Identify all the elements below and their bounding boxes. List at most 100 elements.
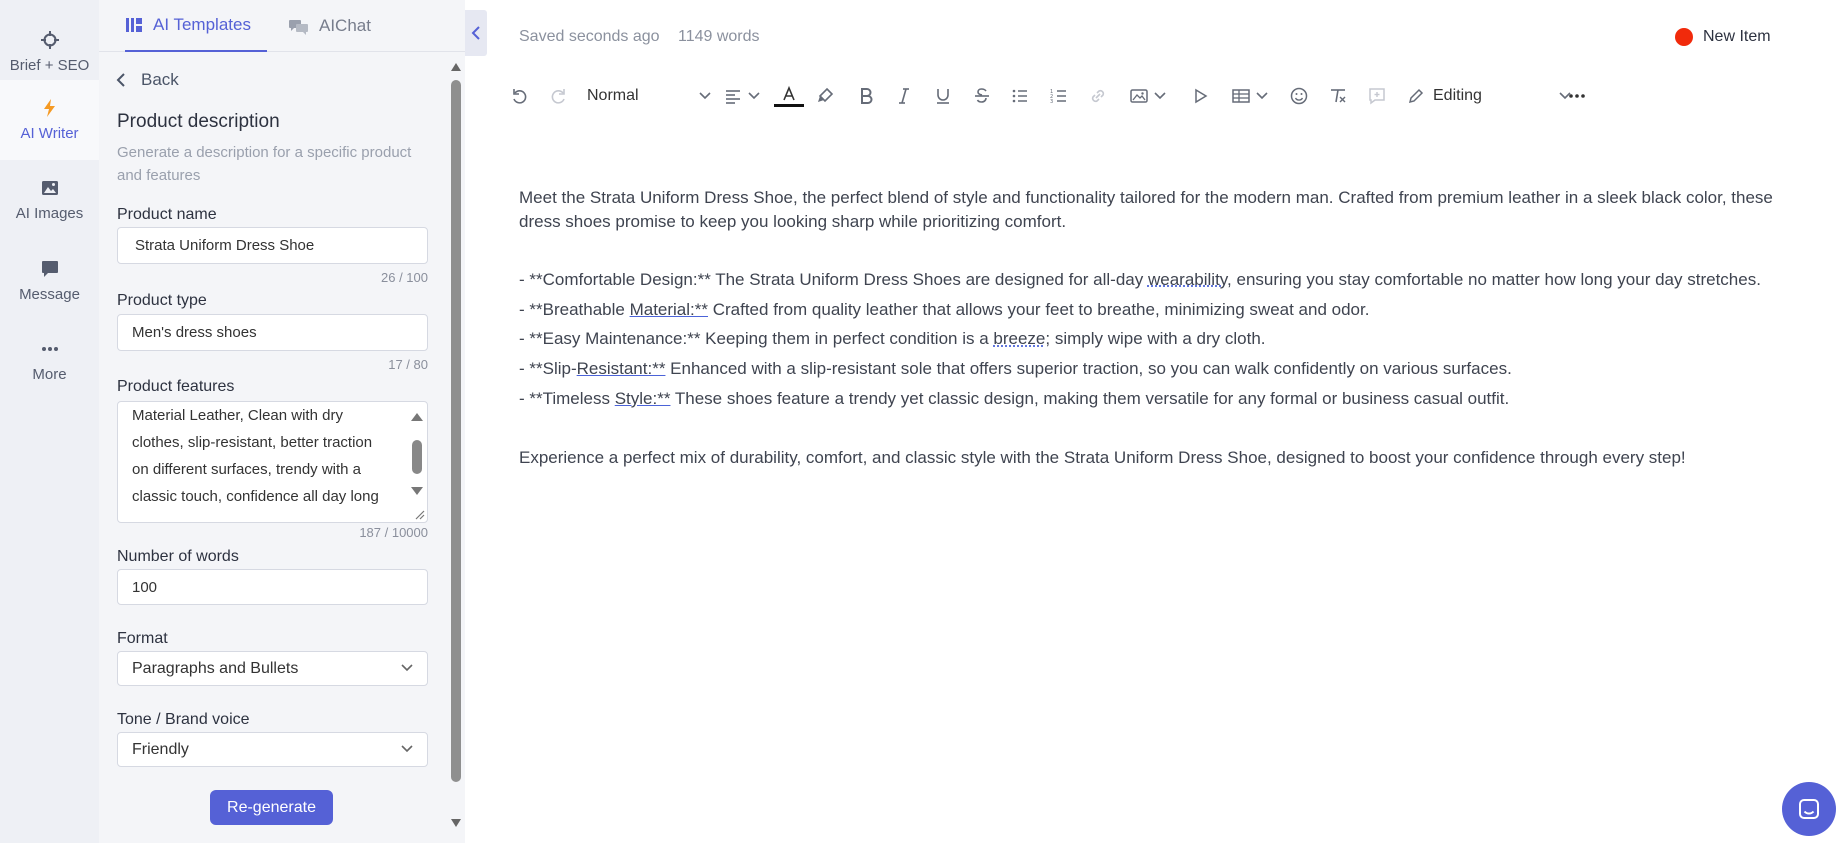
bold-button[interactable]	[856, 80, 876, 112]
product-name-label: Product name	[117, 206, 217, 223]
rail-label: Brief + SEO	[9, 56, 90, 74]
rail-label: AI Images	[15, 204, 84, 222]
clear-format-icon	[1331, 89, 1346, 103]
product-name-input[interactable]: Strata Uniform Dress Shoe	[117, 227, 428, 264]
product-type-counter: 17 / 80	[388, 357, 428, 372]
product-features-value: Material Leather, Clean with dry clothes…	[132, 407, 379, 505]
chat-icon	[1799, 799, 1819, 819]
spellcheck-mark[interactable]: Style:**	[615, 389, 671, 408]
table-dropdown[interactable]	[1228, 80, 1272, 112]
bullet-text: These shoes feature a trendy yet classic…	[670, 388, 1510, 408]
saved-status: Saved seconds ago	[519, 28, 660, 45]
spellcheck-mark[interactable]: Resistant:**	[577, 359, 666, 378]
chevron-down-icon	[1154, 92, 1166, 100]
number-of-words-input[interactable]: 100	[117, 569, 428, 605]
editing-mode-select[interactable]: Editing	[1407, 80, 1571, 112]
resize-handle-icon[interactable]	[413, 508, 425, 520]
rail-item-message[interactable]: Message	[0, 241, 99, 321]
play-button[interactable]	[1190, 80, 1210, 112]
rail-item-ai-images[interactable]: AI Images	[0, 160, 99, 240]
bullet-text: - **Slip-	[519, 359, 577, 379]
scroll-down-icon	[411, 487, 423, 495]
block-type-select[interactable]: Normal	[587, 80, 711, 112]
regenerate-button[interactable]: Re-generate	[210, 790, 333, 825]
bullet-line: - **Easy Maintenance:** Keeping them in …	[519, 327, 1799, 357]
word-count: 1149 words	[678, 28, 760, 45]
align-dropdown[interactable]	[720, 80, 764, 112]
numbered-list-button[interactable]: 123	[1049, 80, 1069, 112]
back-link[interactable]: Back	[115, 70, 179, 90]
template-subtitle: Generate a description for a specific pr…	[117, 144, 412, 184]
product-features-textarea[interactable]: Material Leather, Clean with dry clothes…	[117, 401, 428, 523]
more-options-button[interactable]	[1567, 80, 1587, 112]
textarea-scrollbar[interactable]	[410, 408, 424, 496]
clear-formatting-button[interactable]	[1328, 80, 1348, 112]
scroll-up-icon	[451, 63, 461, 71]
number-of-words-label: Number of words	[117, 548, 239, 565]
chevron-left-icon	[471, 26, 480, 40]
spellcheck-mark[interactable]: breeze;	[993, 329, 1050, 348]
tone-label: Tone / Brand voice	[117, 711, 250, 728]
format-select[interactable]: Paragraphs and Bullets	[117, 651, 428, 686]
outro-paragraph: Experience a perfect mix of durability, …	[519, 448, 1686, 468]
bullet-list-icon	[1012, 89, 1027, 103]
insert-image-dropdown[interactable]	[1127, 80, 1169, 112]
templates-icon	[126, 18, 142, 32]
strikethrough-button[interactable]	[972, 80, 992, 112]
bullet-text: Crafted from quality leather that allows…	[708, 299, 1370, 319]
underline-button[interactable]	[933, 80, 953, 112]
highlighter-icon	[818, 87, 834, 103]
collapse-panel-button[interactable]	[465, 10, 487, 56]
scroll-down-icon	[451, 819, 461, 827]
bullet-text: simply wipe with a dry cloth.	[1050, 329, 1266, 349]
tab-aichat[interactable]: AIChat	[289, 0, 399, 52]
chevron-left-icon	[116, 73, 125, 87]
tone-select[interactable]: Friendly	[117, 732, 428, 767]
format-value: Paragraphs and Bullets	[132, 659, 299, 677]
strikethrough-icon	[975, 88, 989, 103]
text-color-button[interactable]	[774, 80, 804, 112]
new-item-badge[interactable]: New Item	[1675, 28, 1771, 46]
image-icon	[41, 180, 58, 195]
editor-content[interactable]: Meet the Strata Uniform Dress Shoe, the …	[519, 186, 1799, 470]
add-comment-button[interactable]	[1367, 80, 1387, 112]
scroll-up-icon	[411, 413, 423, 421]
bullet-text: , ensuring you stay comfortable no matte…	[1227, 270, 1761, 289]
product-name-counter: 26 / 100	[381, 270, 428, 285]
svg-text:3: 3	[1050, 99, 1053, 105]
intro-paragraph: Meet the Strata Uniform Dress Shoe, the …	[519, 188, 1773, 231]
spellcheck-mark[interactable]: Material:**	[630, 300, 708, 319]
emoji-icon	[1290, 87, 1308, 105]
textarea-scroll-thumb[interactable]	[412, 440, 422, 474]
align-left-icon	[726, 90, 740, 104]
product-type-input[interactable]: Men's dress shoes	[117, 314, 428, 351]
product-type-label: Product type	[117, 292, 207, 309]
rail-item-more[interactable]: More	[0, 321, 99, 401]
highlight-button[interactable]	[815, 80, 835, 112]
pencil-icon	[1408, 88, 1424, 104]
tab-label: AIChat	[319, 16, 371, 35]
spellcheck-mark[interactable]: wearability	[1148, 270, 1227, 289]
bullet-line: - **Slip-Resistant:** Enhanced with a sl…	[519, 357, 1799, 387]
emoji-button[interactable]	[1289, 80, 1309, 112]
chevron-down-icon	[401, 745, 413, 753]
chat-launcher-button[interactable]	[1782, 782, 1836, 836]
comment-add-icon	[1369, 88, 1385, 105]
bullet-list-button[interactable]	[1010, 80, 1030, 112]
chevron-down-icon	[699, 92, 711, 100]
panel-scroll-thumb[interactable]	[451, 80, 461, 782]
more-dots-icon	[41, 346, 58, 351]
panel-scrollbar[interactable]	[450, 58, 462, 830]
lightning-icon	[43, 98, 55, 117]
tab-ai-templates[interactable]: AI Templates	[125, 0, 267, 52]
undo-button[interactable]	[510, 80, 530, 112]
redo-button[interactable]	[548, 80, 568, 112]
link-icon	[1091, 89, 1105, 103]
italic-button[interactable]	[894, 80, 914, 112]
play-icon	[1195, 88, 1208, 104]
crosshair-icon	[40, 30, 59, 49]
italic-icon	[899, 88, 909, 104]
link-button[interactable]	[1088, 80, 1108, 112]
rail-item-ai-writer[interactable]: AI Writer	[0, 80, 99, 160]
